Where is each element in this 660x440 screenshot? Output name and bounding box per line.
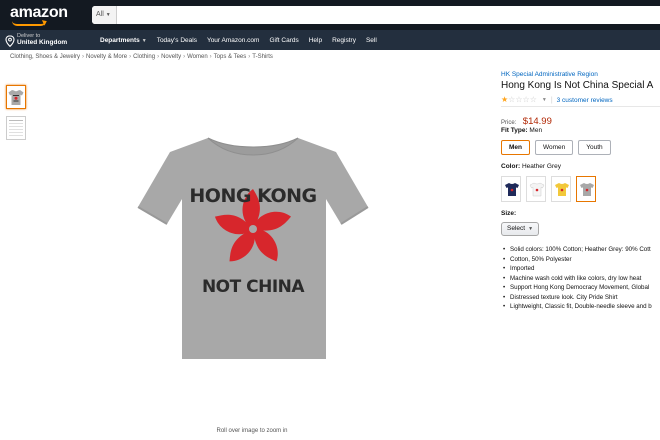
tshirt-swatch-icon: [505, 183, 519, 196]
color-label: Color:: [501, 163, 521, 170]
chevron-down-icon: ▼: [528, 226, 534, 232]
nav-registry[interactable]: Registry: [332, 37, 356, 44]
breadcrumb-item[interactable]: T-Shirts: [252, 54, 273, 60]
color-swatch-navy[interactable]: [501, 176, 521, 202]
price-value: $14.99: [522, 116, 552, 127]
brand-link[interactable]: HK Special Administrative Region: [501, 71, 598, 78]
feature-bullet: Imported: [502, 264, 660, 274]
zoom-hint: Roll over image to zoom in: [216, 428, 288, 434]
feature-bullets: Solid colors: 100% Cotton; Heather Grey:…: [502, 245, 660, 312]
star-rating[interactable]: ★ ☆ ☆ ☆ ☆: [501, 96, 537, 104]
feature-bullet: Lightweight, Classic fit, Double-needle …: [502, 302, 660, 312]
color-swatches: [501, 176, 596, 202]
size-label: Size:: [501, 210, 517, 217]
breadcrumb-item[interactable]: Novelty & More: [86, 54, 127, 60]
breadcrumb-separator: ›: [82, 54, 85, 60]
fit-option-women[interactable]: Women: [535, 140, 574, 155]
nav-your-amazon[interactable]: Your Amazon.com: [207, 37, 260, 44]
divider: [501, 106, 660, 107]
breadcrumb-separator: ›: [157, 54, 160, 60]
color-value: Heather Grey: [521, 163, 561, 170]
star-filled-icon: ★: [501, 95, 509, 104]
breadcrumb-item[interactable]: Tops & Tees: [214, 54, 247, 60]
color-swatch-yellow[interactable]: [551, 176, 571, 202]
star-empty-icon: ☆: [522, 95, 530, 104]
nav-departments[interactable]: Departments ▼: [100, 37, 147, 44]
main-product-image[interactable]: HONG KONG NOT CHINA: [130, 125, 375, 365]
chevron-down-icon: ▼: [141, 37, 147, 44]
customer-reviews-link[interactable]: 3 customer reviews: [557, 97, 613, 104]
price-label: Price:: [501, 120, 517, 126]
feature-bullet: Support Hong Kong Democracy Movement, Gl…: [502, 283, 660, 293]
rating-row: ★ ☆ ☆ ☆ ☆ ▼ | 3 customer reviews: [501, 95, 613, 105]
search-department-label: All: [96, 11, 104, 18]
shirt-text-top: HONG KONG: [189, 185, 316, 207]
chevron-down-icon[interactable]: ▼: [542, 97, 547, 103]
nav-departments-label: Departments: [100, 36, 140, 44]
search-department-dropdown[interactable]: All ▼: [92, 6, 117, 24]
rating-separator: |: [550, 96, 553, 104]
breadcrumb-item[interactable]: Novelty: [161, 54, 181, 60]
fit-type-options: Men Women Youth: [501, 140, 611, 155]
color-row: Color: Heather Grey: [501, 163, 561, 170]
chevron-down-icon: ▼: [105, 12, 111, 18]
feature-bullet: Cotton, 50% Polyester: [502, 255, 660, 265]
size-chart-thumbnail-icon: [9, 120, 23, 136]
feature-bullet: Distressed texture look. City Pride Shir…: [502, 293, 660, 303]
nav-sell[interactable]: Sell: [366, 37, 377, 44]
tshirt-thumbnail-icon: [8, 90, 24, 105]
fit-type-row: Fit Type: Men: [501, 127, 542, 134]
star-empty-icon: ☆: [515, 95, 523, 104]
breadcrumb-item[interactable]: Women: [187, 54, 208, 60]
location-pin-icon: [5, 35, 15, 47]
feature-bullet: Machine wash cold with like colors, dry …: [502, 274, 660, 284]
fit-option-youth[interactable]: Youth: [578, 140, 611, 155]
logo-smile-icon: [12, 21, 46, 26]
star-empty-icon: ☆: [529, 95, 537, 104]
nav-todays-deals[interactable]: Today's Deals: [157, 37, 197, 44]
breadcrumb: Clothing, Shoes & Jewelry › Novelty & More…: [10, 54, 273, 60]
search-input[interactable]: [118, 6, 658, 24]
gallery-thumbnail-size-chart[interactable]: [6, 116, 26, 140]
breadcrumb-item[interactable]: Clothing, Shoes & Jewelry: [10, 54, 80, 60]
fit-type-label: Fit Type:: [501, 127, 528, 134]
deliver-to-country: United Kingdom: [17, 39, 68, 46]
tshirt-swatch-icon: [529, 182, 545, 197]
tshirt-image: HONG KONG NOT CHINA: [137, 137, 369, 359]
breadcrumb-item[interactable]: Clothing: [133, 54, 155, 60]
star-empty-icon: ☆: [508, 95, 516, 104]
fit-option-men[interactable]: Men: [501, 140, 530, 155]
breadcrumb-separator: ›: [248, 54, 251, 60]
breadcrumb-separator: ›: [183, 54, 186, 60]
header-nav-bar: Deliver to United Kingdom Departments ▼ T…: [0, 30, 660, 50]
color-swatch-heather-grey[interactable]: [576, 176, 596, 202]
tshirt-swatch-icon: [555, 183, 569, 196]
amazon-logo[interactable]: amazon: [10, 4, 68, 22]
breadcrumb-separator: ›: [129, 54, 132, 60]
nav-gift-cards[interactable]: Gift Cards: [269, 37, 298, 44]
tshirt-swatch-icon: [580, 183, 594, 196]
search-bar: All ▼: [92, 6, 660, 24]
nav-help[interactable]: Help: [309, 37, 322, 44]
shirt-text-bottom: NOT CHINA: [202, 277, 305, 297]
feature-bullet: Solid colors: 100% Cotton; Heather Grey:…: [502, 245, 660, 255]
product-title: Hong Kong Is Not China Special A: [501, 80, 654, 91]
color-swatch-white[interactable]: [526, 176, 546, 202]
size-dropdown-value: Select: [507, 225, 526, 232]
gallery-thumbnail-shirt[interactable]: [6, 85, 26, 109]
header-top-bar: amazon All ▼: [0, 0, 660, 30]
breadcrumb-separator: ›: [209, 54, 212, 60]
fit-type-value: Men: [529, 127, 543, 134]
size-dropdown[interactable]: Select ▼: [501, 222, 539, 236]
nav-links: Departments ▼ Today's Deals Your Amazon.c…: [100, 30, 387, 50]
